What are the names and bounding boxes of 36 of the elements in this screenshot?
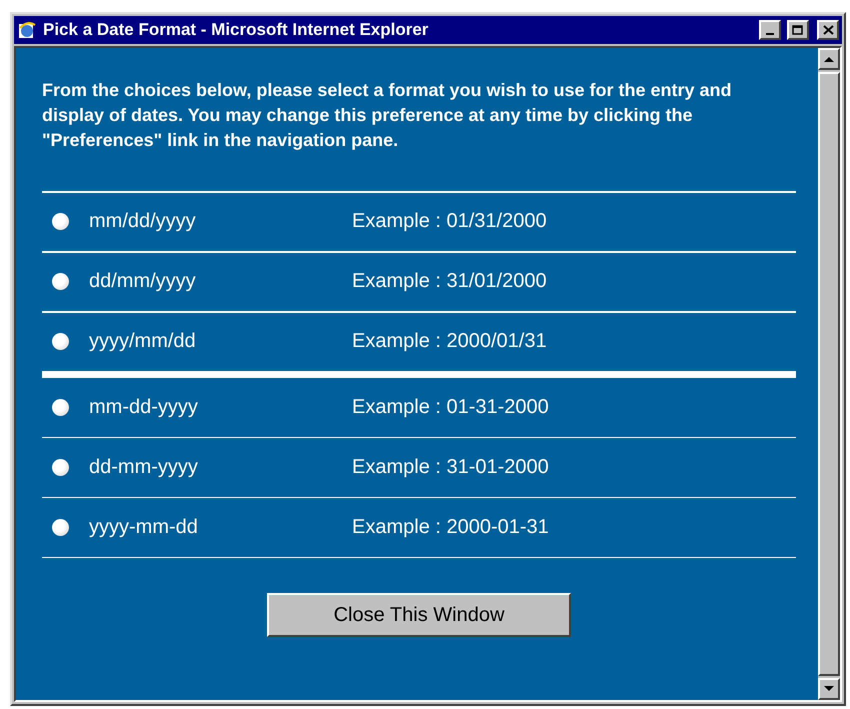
minimize-icon [766,33,774,35]
format-label: yyyy-mm-dd [89,516,199,539]
format-label: dd/mm/yyyy [89,270,197,294]
format-label: mm/dd/yyyy [89,210,197,234]
format-example: Example : 31/01/2000 [352,270,547,294]
format-option[interactable]: yyyy-mm-dd Example : 2000-01-31 [42,498,796,556]
format-label: mm-dd-yyyy [89,396,199,419]
minimize-button[interactable] [759,20,781,40]
scroll-down-icon[interactable] [818,678,840,700]
format-example: Example : 31-01-2000 [352,456,549,479]
radio-button[interactable] [52,458,69,476]
maximize-icon [792,24,804,36]
format-option[interactable]: yyyy/mm/dd Example : 2000/01/31 [42,312,796,371]
format-option[interactable]: dd/mm/yyyy Example : 31/01/2000 [42,252,796,311]
format-option[interactable]: mm-dd-yyyy Example : 01-31-2000 [42,378,796,436]
radio-button[interactable] [52,398,69,416]
intro-text: From the choices below, please select a format you wish to use for the entry and display of dates. You may change this preference at any time by clicking the "Preferences" link in the navigation pane. [42,79,733,152]
format-example: Example : 01-31-2000 [352,396,549,419]
format-example: Example : 01/31/2000 [352,210,547,234]
radio-button[interactable] [52,273,69,290]
format-label: yyyy/mm/dd [89,330,197,354]
close-button[interactable] [817,20,839,40]
close-icon [822,25,834,35]
browser-logo-icon [17,20,37,40]
window-title: Pick a Date Format - Microsoft Internet Explorer [43,20,430,40]
format-option[interactable]: dd-mm-yyyy Example : 31-01-2000 [42,438,796,496]
close-window-button[interactable]: Close This Window [267,593,571,637]
format-example: Example : 2000-01-31 [352,516,549,539]
radio-button[interactable] [52,213,69,230]
format-option[interactable]: mm/dd/yyyy Example : 01/31/2000 [42,192,796,251]
maximize-button[interactable] [787,20,809,40]
format-label: dd-mm-yyyy [89,456,199,479]
format-example: Example : 2000/01/31 [352,330,547,354]
scroll-up-icon[interactable] [818,48,840,70]
radio-button[interactable] [52,518,69,536]
radio-button[interactable] [52,333,69,350]
